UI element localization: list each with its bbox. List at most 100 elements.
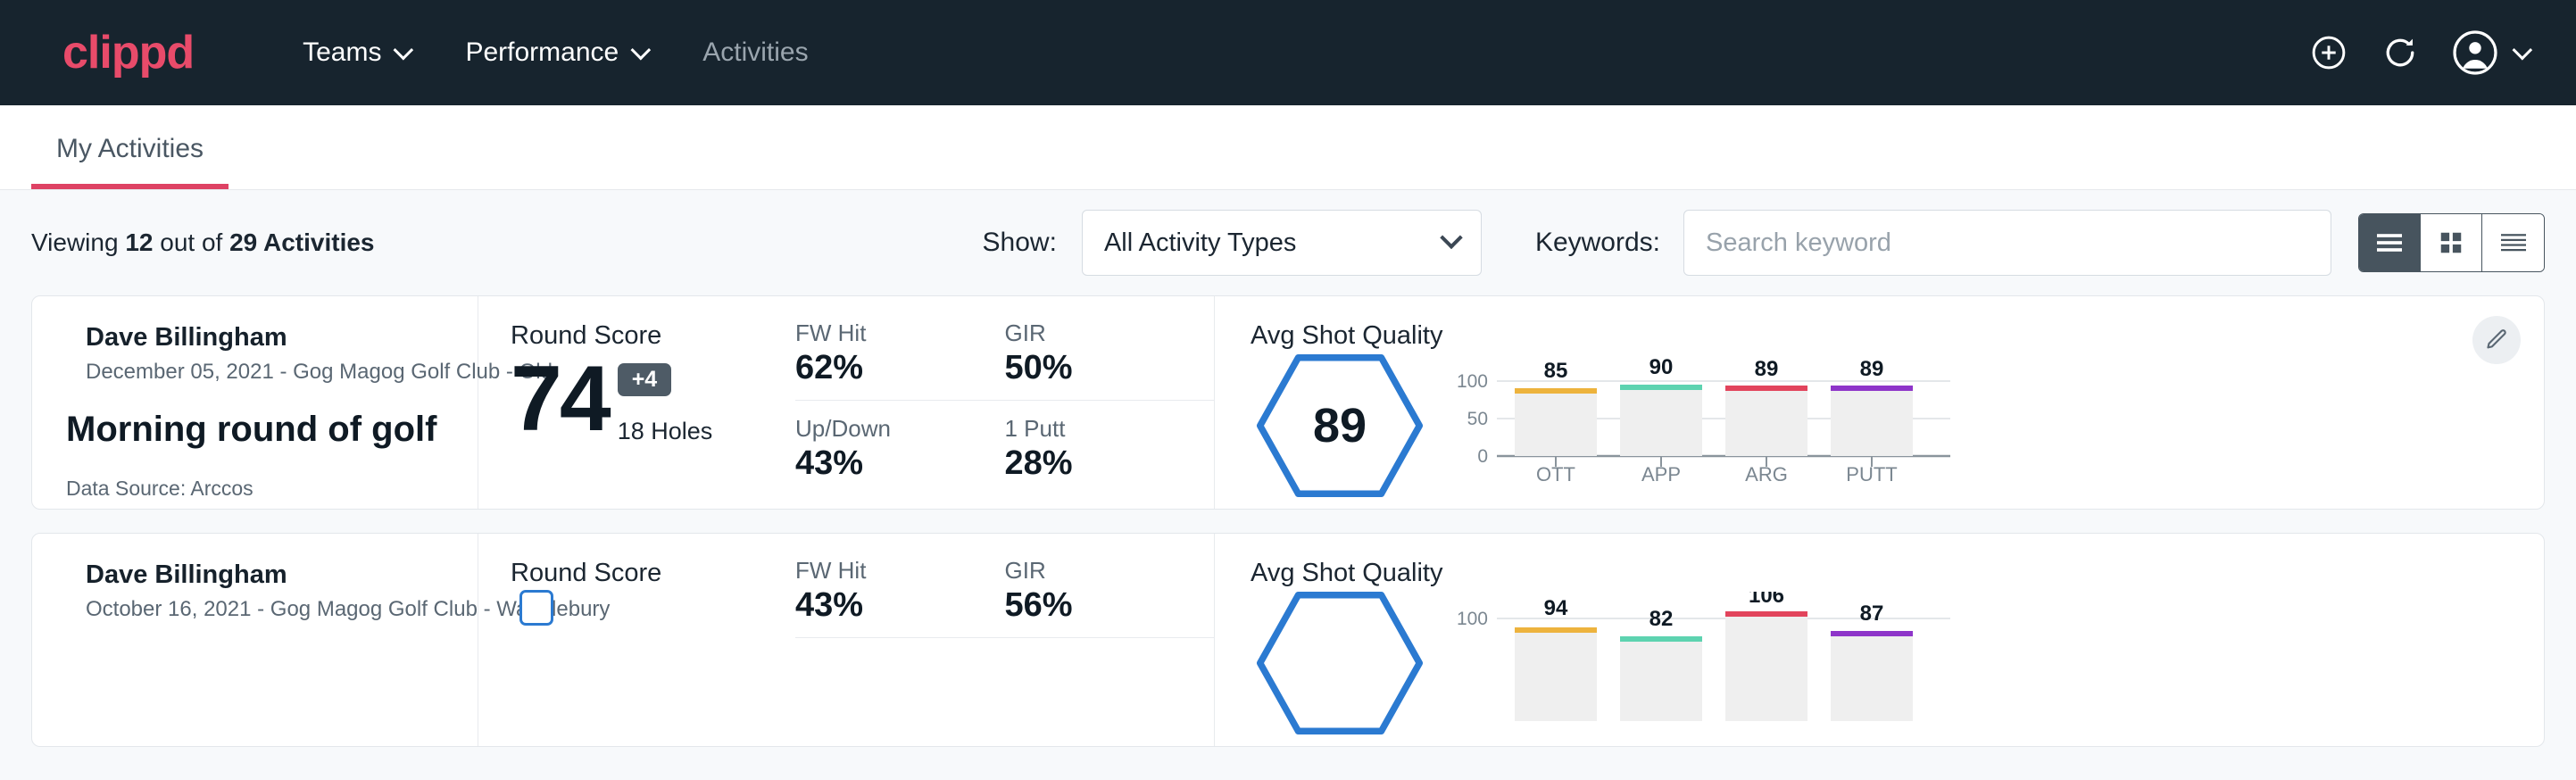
bar-ott: 85 OTT: [1515, 359, 1597, 484]
nav-item-teams-label: Teams: [303, 37, 381, 68]
stats-section: FW Hit 62% GIR 50% Up/Down 43% 1 Putt 28…: [795, 296, 1215, 509]
avg-shot-quality-section: Avg Shot Quality 89 100 50 0: [1215, 296, 2544, 509]
filter-toolbar: Viewing 12 out of 29 Activities Show: Al…: [31, 190, 2545, 295]
bar-label-arg: 106: [1749, 592, 1784, 608]
stat-one-putt-label: 1 Putt: [1005, 415, 1170, 443]
grid-view-button[interactable]: [2421, 214, 2482, 271]
bar-arg: 89 ARG: [1725, 357, 1807, 484]
x-tick-arg: ARG: [1745, 463, 1788, 484]
viewing-summary: Viewing 12 out of 29 Activities: [31, 228, 375, 257]
nav-item-performance-label: Performance: [465, 37, 619, 68]
viewing-prefix: Viewing: [31, 228, 125, 256]
stat-one-putt: 1 Putt 28%: [1005, 401, 1215, 483]
x-tick-ott: OTT: [1536, 463, 1575, 484]
stat-gir: GIR 56%: [1005, 557, 1215, 638]
shot-quality-bar-chart: 100 50 0 85 OTT: [1450, 354, 1959, 484]
activity-author: Dave Billingham October 16, 2021 - Gog M…: [66, 560, 478, 622]
search-input[interactable]: [1683, 210, 2331, 276]
bar-putt: 87: [1831, 602, 1913, 721]
shot-quality-chart: 100 50 0 85 OTT: [1450, 354, 1986, 484]
stat-gir-label: GIR: [1005, 319, 1170, 347]
stats-section: FW Hit 43% GIR 56%: [795, 534, 1215, 746]
activity-type-select-value: All Activity Types: [1104, 228, 1296, 258]
stat-gir-value: 56%: [1005, 586, 1170, 625]
y-tick-50: 50: [1467, 409, 1488, 429]
tab-my-activities-label: My Activities: [56, 134, 204, 163]
y-tick-0: 0: [1477, 446, 1488, 467]
tab-my-activities[interactable]: My Activities: [31, 134, 229, 189]
holes-count: 18 Holes: [618, 418, 713, 445]
edit-pencil-icon: [2484, 328, 2509, 353]
nav-item-activities[interactable]: Activities: [674, 37, 836, 68]
x-tick-putt: PUTT: [1846, 463, 1897, 484]
viewing-middle: out of: [153, 228, 229, 256]
chevron-down-icon: [394, 40, 414, 61]
stat-fw-hit-label: FW Hit: [795, 319, 960, 347]
chevron-down-icon: [2513, 40, 2533, 61]
round-score-section: Round Score: [478, 534, 795, 746]
activity-summary: Dave Billingham October 16, 2021 - Gog M…: [32, 534, 478, 746]
shot-quality-chart: 100 94 82: [1450, 592, 1986, 721]
y-tick-100: 100: [1457, 371, 1488, 392]
compact-view-button[interactable]: [2482, 214, 2544, 271]
avg-shot-quality-section: Avg Shot Quality 100 94: [1215, 534, 2544, 746]
activity-title: Morning round of golf: [66, 410, 478, 450]
activity-type-select[interactable]: All Activity Types: [1082, 210, 1482, 276]
shot-quality-bar-chart: 100 94 82: [1450, 592, 1959, 721]
nav-item-performance[interactable]: Performance: [436, 37, 674, 68]
stat-fw-hit: FW Hit 62%: [795, 319, 1005, 401]
avatar-icon: [2452, 29, 2498, 76]
nav-item-activities-label: Activities: [702, 37, 808, 68]
x-tick-app: APP: [1641, 463, 1681, 484]
stat-gir-label: GIR: [1005, 557, 1170, 585]
viewing-total: 29 Activities: [229, 228, 374, 256]
activity-author: Dave Billingham December 05, 2021 - Gog …: [66, 323, 478, 385]
bar-putt: 89 PUTT: [1831, 357, 1913, 484]
bar-label-putt: 87: [1860, 602, 1884, 626]
stat-gir: GIR 50%: [1005, 319, 1215, 401]
bar-label-arg: 89: [1755, 357, 1779, 381]
round-score-label: Round Score: [511, 559, 795, 588]
stat-fw-hit-label: FW Hit: [795, 557, 960, 585]
app-logo[interactable]: clippd: [62, 29, 194, 76]
bar-label-app: 82: [1649, 607, 1674, 631]
activity-summary: Dave Billingham December 05, 2021 - Gog …: [32, 296, 478, 509]
account-menu[interactable]: [2452, 29, 2527, 76]
activity-card[interactable]: Dave Billingham December 05, 2021 - Gog …: [31, 295, 2545, 510]
round-score-value: 74: [511, 353, 609, 445]
shot-quality-hexagon: [1251, 592, 1429, 734]
stat-one-putt-value: 28%: [1005, 444, 1170, 483]
bar-label-ott: 85: [1544, 359, 1568, 383]
list-view-button[interactable]: [2359, 214, 2421, 271]
stat-fw-hit: FW Hit 43%: [795, 557, 1005, 638]
nav-item-teams[interactable]: Teams: [274, 37, 436, 68]
y-tick-100: 100: [1457, 609, 1488, 629]
primary-nav: Teams Performance Activities: [274, 37, 836, 68]
bar-label-app: 90: [1649, 355, 1674, 379]
chevron-down-icon: [1440, 227, 1462, 249]
edit-activity-button[interactable]: [2472, 316, 2521, 364]
shot-quality-hexagon: 89: [1251, 354, 1429, 497]
stat-up-down-label: Up/Down: [795, 415, 960, 443]
stat-gir-value: 50%: [1005, 349, 1170, 387]
view-mode-toggle: [2358, 213, 2545, 272]
add-icon[interactable]: [2309, 33, 2348, 72]
avg-shot-quality-label: Avg Shot Quality: [1251, 559, 2544, 588]
stat-fw-hit-value: 43%: [795, 586, 960, 625]
stat-up-down-value: 43%: [795, 444, 960, 483]
avg-shot-quality-label: Avg Shot Quality: [1251, 321, 2544, 351]
bar-label-ott: 94: [1544, 596, 1568, 620]
stat-up-down: Up/Down 43%: [795, 401, 1005, 483]
score-delta-badge: [519, 590, 553, 626]
bar-app: 82: [1620, 607, 1702, 721]
navbar-actions: [2309, 29, 2527, 76]
activity-card[interactable]: Dave Billingham October 16, 2021 - Gog M…: [31, 533, 2545, 747]
chevron-down-icon: [631, 40, 652, 61]
score-delta-badge: +4: [618, 363, 672, 396]
bar-arg: 106: [1725, 592, 1807, 721]
viewing-count: 12: [125, 228, 153, 256]
refresh-icon[interactable]: [2381, 33, 2420, 72]
avg-shot-quality-value: 89: [1251, 354, 1429, 497]
bar-app: 90 APP: [1620, 355, 1702, 484]
keywords-label: Keywords:: [1535, 228, 1660, 258]
